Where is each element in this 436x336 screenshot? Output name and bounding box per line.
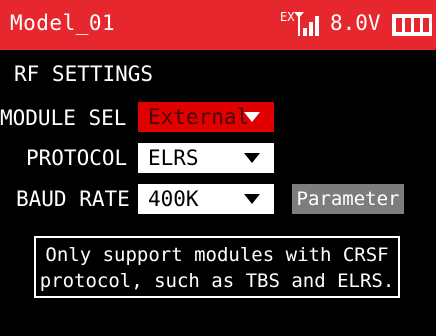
info-notice: Only support modules with CRSF protocol,… [34, 236, 400, 298]
page-title: RF SETTINGS [14, 62, 154, 86]
chevron-down-icon [244, 112, 260, 122]
baud-rate-value: 400K [148, 187, 199, 211]
module-select-value: External [148, 105, 250, 129]
signal-bars-icon [294, 12, 319, 36]
notice-line-1: Only support modules with CRSF [45, 244, 389, 266]
protocol-label: PROTOCOL [26, 146, 128, 170]
protocol-value: ELRS [148, 146, 199, 170]
external-indicator: EX [280, 10, 295, 24]
battery-voltage: 8.0V [330, 11, 381, 35]
notice-line-2: protocol, such as TBS and ELRS. [39, 270, 395, 292]
parameter-button[interactable]: Parameter [292, 184, 404, 214]
model-name: Model_01 [10, 11, 116, 35]
baud-rate-label: BAUD RATE [16, 187, 130, 211]
chevron-down-icon [244, 194, 260, 204]
module-select-dropdown[interactable]: External [138, 102, 274, 132]
battery-icon [392, 14, 432, 36]
chevron-down-icon [244, 153, 260, 163]
protocol-dropdown[interactable]: ELRS [138, 143, 274, 173]
module-select-label: MODULE SELECT [0, 106, 128, 130]
baud-rate-dropdown[interactable]: 400K [138, 184, 274, 214]
status-bar: Model_01 EX 8.0V [0, 0, 436, 50]
